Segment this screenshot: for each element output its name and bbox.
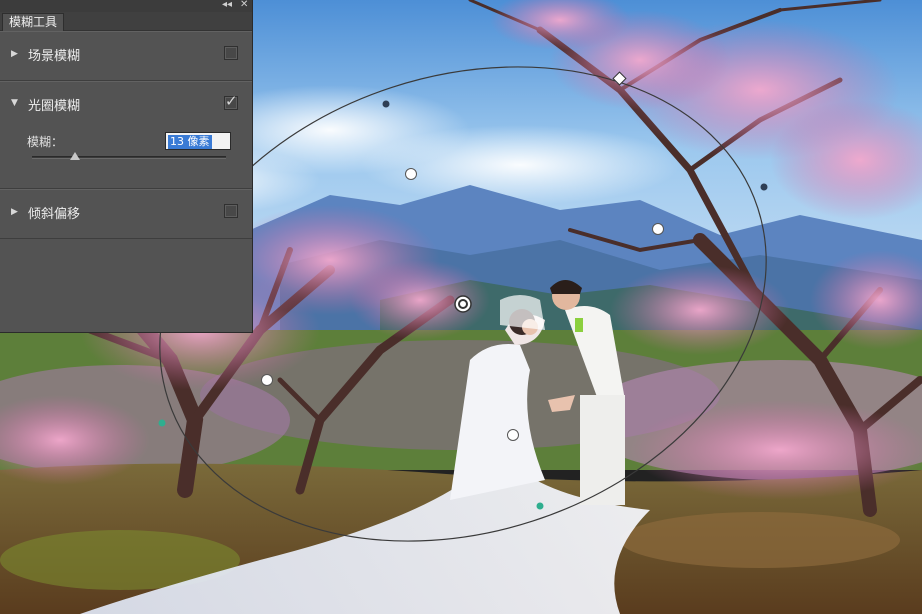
iris-blur-header[interactable]: ▼ 光圈模糊 ✓ [0, 82, 252, 130]
triangle-down-icon[interactable]: ▼ [11, 98, 18, 108]
blur-amount-slider[interactable] [32, 152, 226, 160]
tilt-shift-checkbox[interactable] [224, 204, 238, 218]
iris-blur-label: 光圈模糊 [28, 99, 81, 114]
blur-amount-input[interactable]: 13 像素 [165, 132, 231, 150]
section-iris-blur: ▼ 光圈模糊 ✓ 模糊： 13 像素 [0, 81, 252, 189]
ellipse-handle[interactable] [158, 419, 166, 427]
feather-handle[interactable] [261, 374, 273, 386]
section-tilt-shift: ▶ 倾斜偏移 [0, 189, 252, 239]
field-blur-header[interactable]: ▶ 场景模糊 [0, 32, 252, 80]
feather-handle[interactable] [405, 168, 417, 180]
blur-amount-value: 13 像素 [168, 135, 212, 149]
blur-amount-slider-thumb[interactable] [69, 152, 80, 160]
triangle-right-icon[interactable]: ▶ [11, 49, 18, 59]
ellipse-handle[interactable] [536, 502, 544, 510]
close-panel-button[interactable]: ✕ [240, 0, 248, 11]
ellipse-handle[interactable] [760, 183, 768, 191]
triangle-right-icon[interactable]: ▶ [11, 207, 18, 217]
roundness-handle[interactable] [612, 71, 627, 86]
blur-amount-label: 模糊： [27, 135, 64, 149]
feather-handle[interactable] [652, 223, 664, 235]
iris-blur-checkbox[interactable]: ✓ [224, 92, 238, 110]
section-field-blur: ▶ 场景模糊 [0, 31, 252, 81]
ellipse-handle[interactable] [382, 100, 390, 108]
blur-tools-panel: ◂◂ ✕ 模糊工具 ▶ 场景模糊 ▼ 光圈模糊 ✓ 模糊： 13 像素 ▶ 倾斜… [0, 0, 253, 333]
field-blur-label: 场景模糊 [28, 49, 81, 64]
panel-titlebar[interactable]: ◂◂ ✕ [0, 0, 252, 12]
blur-center-pin[interactable] [454, 295, 472, 313]
tab-blur-tools[interactable]: 模糊工具 [2, 13, 65, 32]
collapse-panel-button[interactable]: ◂◂ [222, 0, 232, 11]
field-blur-checkbox[interactable] [224, 46, 238, 60]
panel-tab-row: 模糊工具 [0, 12, 252, 32]
tilt-shift-label: 倾斜偏移 [28, 207, 81, 222]
tilt-shift-header[interactable]: ▶ 倾斜偏移 [0, 190, 252, 238]
feather-handle[interactable] [507, 429, 519, 441]
blur-amount-control: 模糊： 13 像素 [0, 130, 252, 188]
checkmark-icon: ✓ [225, 92, 238, 110]
